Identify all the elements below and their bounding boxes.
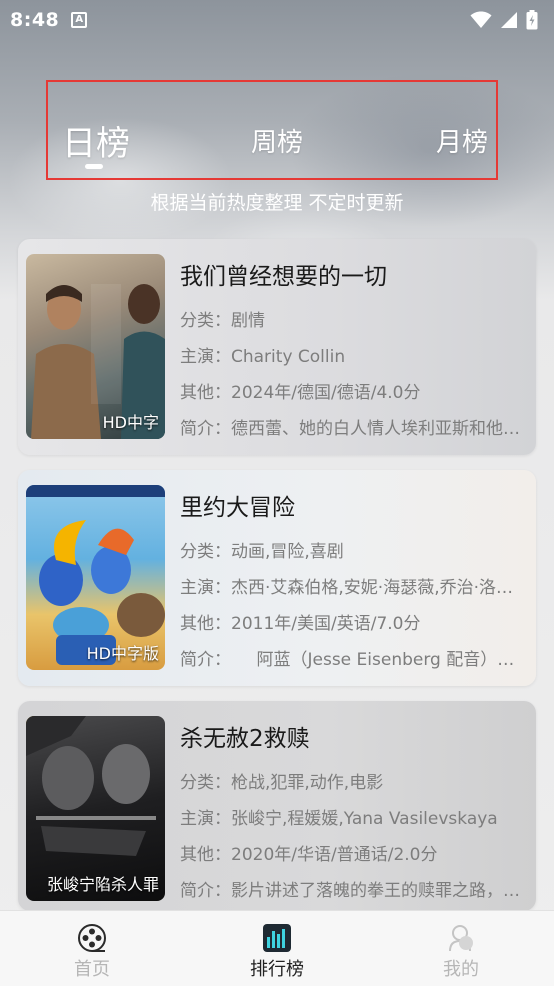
movie-info: 杀无赦2救赎 分类：枪战,犯罪,动作,电影 主演：张峻宁,程媛媛,Yana Va…: [180, 719, 530, 909]
movie-intro: 简介：影片讲述了落魄的拳王的赎罪之路，为了: [180, 881, 520, 901]
movie-category: 分类：动画,冒险,喜剧: [180, 542, 344, 562]
quality-badge: HD中字版: [86, 644, 159, 663]
movie-info: 里约大冒险 分类：动画,冒险,喜剧 主演：杰西·艾森伯格,安妮·海瑟薇,乔治·洛…: [180, 488, 530, 678]
nav-home-label: 首页: [74, 959, 110, 980]
movie-intro: 简介：德西蕾、她的白人情人埃利亚斯和他们的朋友: [180, 419, 520, 439]
nav-home[interactable]: 首页: [47, 923, 137, 981]
movie-poster: HD中字版: [26, 485, 165, 670]
quality-badge: 张峻宁陷杀人罪: [46, 875, 159, 894]
movie-title: 我们曾经想要的一切: [180, 264, 387, 290]
movie-other: 其他：2011年/美国/英语/7.0分: [180, 614, 421, 634]
status-right: [470, 10, 538, 30]
status-bar: 8:48 A: [0, 0, 554, 40]
movie-title: 杀无赦2救赎: [180, 726, 310, 752]
movie-other: 其他：2020年/华语/普通话/2.0分: [180, 845, 438, 865]
signal-icon: [501, 12, 517, 28]
movie-cast: 主演：Charity Collin: [180, 347, 346, 367]
movie-info: 我们曾经想要的一切 分类：剧情 主演：Charity Collin 其他：202…: [180, 257, 530, 447]
movie-poster: 张峻宁陷杀人罪: [26, 716, 165, 901]
app-notification-icon: A: [71, 12, 88, 28]
movie-card[interactable]: HD中字 我们曾经想要的一切 分类：剧情 主演：Charity Collin 其…: [18, 239, 536, 455]
battery-charging-icon: [526, 10, 538, 30]
movie-card[interactable]: HD中字版 里约大冒险 分类：动画,冒险,喜剧 主演：杰西·艾森伯格,安妮·海瑟…: [18, 470, 536, 686]
bottom-navigation: 首页 排行榜 我的: [0, 910, 554, 986]
movie-cast: 主演：张峻宁,程媛媛,Yana Vasilevskaya: [180, 809, 498, 829]
movie-title: 里约大冒险: [180, 495, 295, 521]
ranking-subtitle: 根据当前热度整理 不定时更新: [150, 192, 404, 214]
status-time: 8:48: [10, 9, 60, 31]
movie-cast: 主演：杰西·艾森伯格,安妮·海瑟薇,乔治·洛佩兹: [180, 578, 520, 598]
ranking-tabs: 日榜 周榜 月榜: [46, 80, 498, 180]
wifi-icon: [470, 11, 492, 28]
nav-mine-label: 我的: [443, 959, 479, 980]
movie-poster: HD中字: [26, 254, 165, 439]
movie-card[interactable]: 张峻宁陷杀人罪 杀无赦2救赎 分类：枪战,犯罪,动作,电影 主演：张峻宁,程媛媛…: [18, 701, 536, 911]
movie-category: 分类：剧情: [180, 311, 265, 331]
tab-monthly[interactable]: 月榜: [436, 122, 488, 159]
tab-daily[interactable]: 日榜: [62, 116, 130, 165]
movie-other: 其他：2024年/德国/德语/4.0分: [180, 383, 421, 403]
tab-weekly[interactable]: 周榜: [251, 122, 303, 159]
active-tab-indicator: [85, 164, 103, 169]
nav-mine[interactable]: 我的: [416, 923, 506, 981]
user-icon: [449, 925, 473, 952]
nav-ranking-label: 排行榜: [250, 959, 304, 980]
quality-badge: HD中字: [102, 413, 159, 432]
chart-icon: [263, 924, 291, 952]
status-left: 8:48 A: [10, 9, 88, 31]
nav-ranking[interactable]: 排行榜: [232, 923, 322, 981]
movie-intro: 简介： 阿蓝（Jesse Eisenberg 配音）是一只: [180, 650, 520, 670]
film-reel-icon: [78, 924, 106, 952]
movie-category: 分类：枪战,犯罪,动作,电影: [180, 773, 384, 793]
